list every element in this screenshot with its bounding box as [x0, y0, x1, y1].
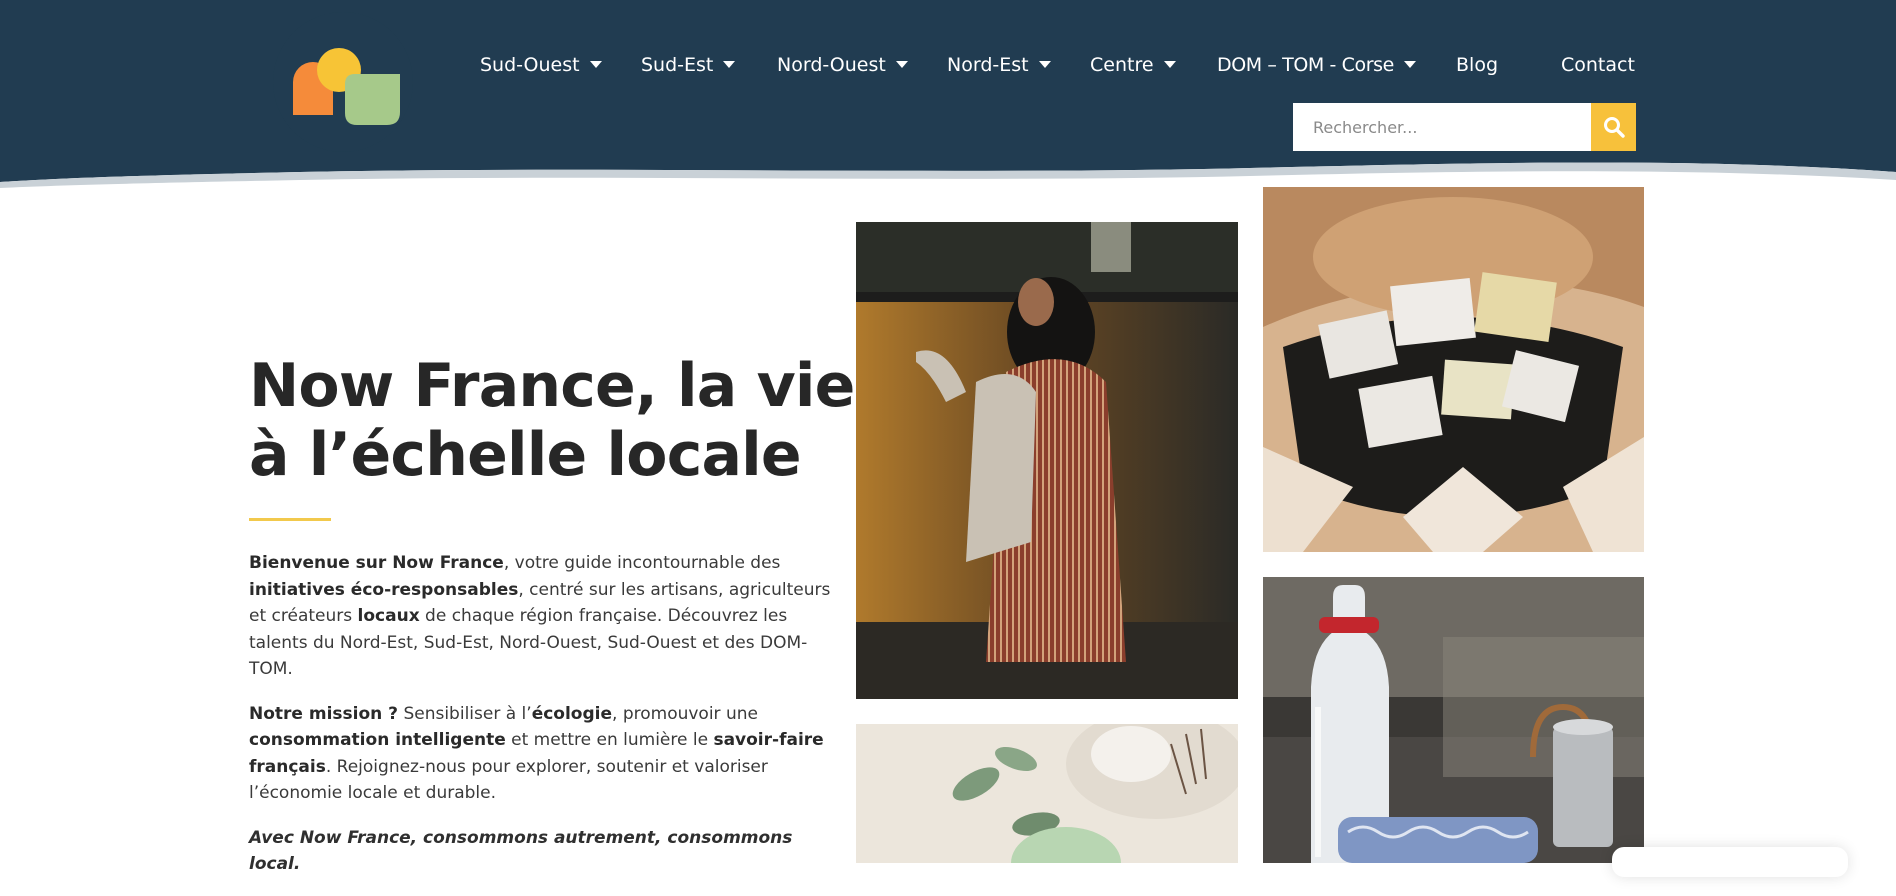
caret-down-icon — [723, 61, 736, 68]
tagline: Avec Now France, consommons autrement, c… — [249, 827, 793, 875]
site-header: Sud-Ouest Sud-Est Nord-Ouest Nord-Est Ce… — [0, 0, 1896, 190]
mission-paragraph: Notre mission ? Sensibiliser à l’écologi… — [249, 703, 824, 804]
caret-down-icon — [1163, 61, 1176, 68]
nav-item-blog[interactable]: Blog — [1456, 52, 1498, 78]
search-button[interactable] — [1591, 103, 1636, 151]
search-icon — [1604, 117, 1625, 138]
soap-bars-paper-photo — [1263, 187, 1644, 552]
hero-title-line-2: à l’échelle locale — [249, 420, 802, 490]
intro-paragraph: Bienvenue sur Now France, votre guide in… — [249, 553, 831, 679]
nav-item-contact[interactable]: Contact — [1561, 52, 1635, 78]
nav-item-dom-tom-corse[interactable]: DOM – TOM - Corse — [1217, 52, 1416, 78]
caret-down-icon — [1038, 61, 1051, 68]
caret-down-icon — [589, 61, 602, 68]
now-france-logo[interactable] — [273, 12, 413, 152]
search-form — [1293, 103, 1636, 151]
nav-item-sud-est[interactable]: Sud-Est — [641, 52, 736, 78]
hero-intro: Bienvenue sur Now France, votre guide in… — [249, 550, 839, 896]
caret-down-icon — [1403, 61, 1416, 68]
caret-down-icon — [895, 61, 908, 68]
hero-title-line-1: Now France, la vie — [249, 351, 855, 421]
nav-item-nord-est[interactable]: Nord-Est — [947, 52, 1051, 78]
soap-eucalyptus-photo — [856, 724, 1238, 863]
glass-bottle-kettle-photo — [1263, 577, 1644, 863]
hero-title: Now France, la vie à l’échelle locale — [249, 351, 855, 490]
floating-widget[interactable] — [1612, 847, 1848, 877]
search-input[interactable] — [1293, 103, 1591, 151]
woman-striped-shawl-photo — [856, 222, 1238, 699]
nav-item-centre[interactable]: Centre — [1090, 52, 1176, 78]
title-divider — [249, 518, 331, 521]
nav-item-sud-ouest[interactable]: Sud-Ouest — [480, 52, 602, 78]
nav-item-nord-ouest[interactable]: Nord-Ouest — [777, 52, 908, 78]
